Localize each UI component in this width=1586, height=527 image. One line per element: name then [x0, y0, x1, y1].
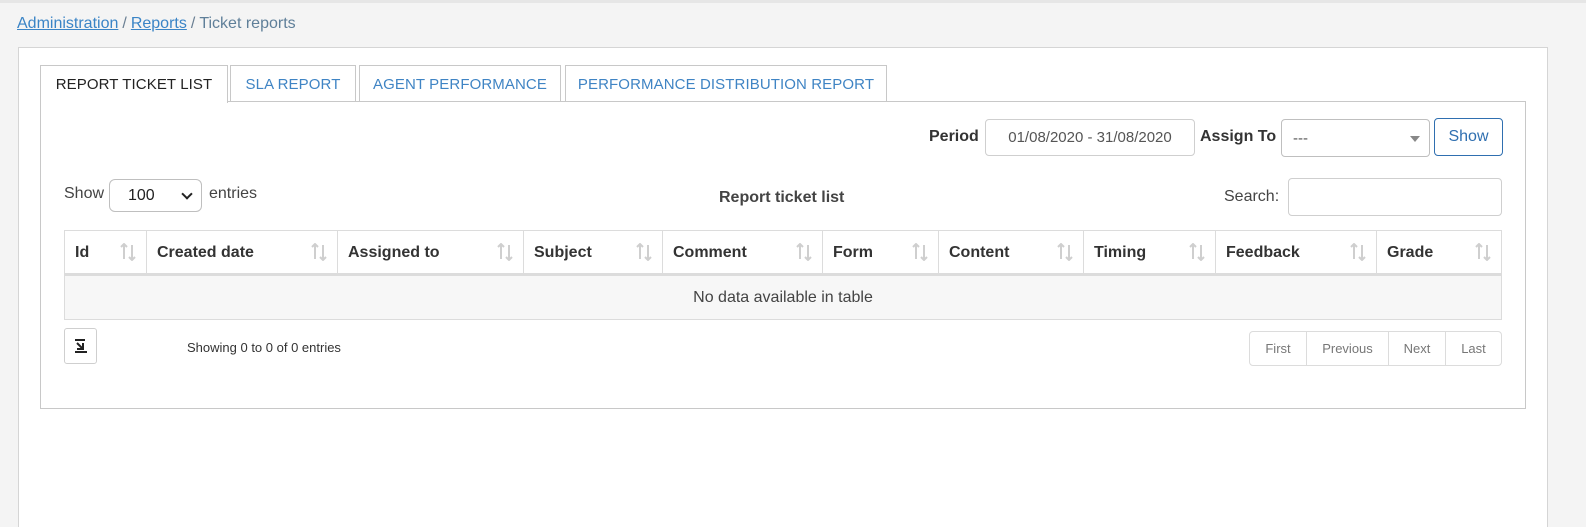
- tab-panel: Period 01/08/2020 - 31/08/2020 Assign To…: [40, 101, 1526, 409]
- pagination-first[interactable]: First: [1250, 332, 1307, 365]
- tab-agent-performance[interactable]: AGENT PERFORMANCE: [359, 65, 561, 102]
- empty-table-row: No data available in table: [64, 276, 1502, 320]
- sort-icon: [120, 243, 136, 261]
- breadcrumb-reports[interactable]: Reports: [131, 15, 187, 32]
- column-header-comment[interactable]: Comment: [663, 231, 823, 274]
- breadcrumb-current: Ticket reports: [199, 15, 296, 32]
- sort-icon: [1350, 243, 1366, 261]
- sort-icon: [1475, 243, 1491, 261]
- tab-report-ticket-list[interactable]: REPORT TICKET LIST: [40, 65, 228, 103]
- column-header-label: Id: [75, 243, 90, 261]
- breadcrumb-separator: /: [122, 15, 127, 32]
- column-header-timing[interactable]: Timing: [1084, 231, 1216, 274]
- entries-length-select[interactable]: 100: [109, 179, 202, 212]
- entries-length-value: 100: [128, 186, 155, 204]
- assign-to-value: ---: [1293, 129, 1308, 147]
- pagination: First Previous Next Last: [1249, 331, 1502, 366]
- sort-icon: [1057, 243, 1073, 261]
- column-header-label: Form: [833, 243, 873, 261]
- tab-performance-distribution-report[interactable]: PERFORMANCE DISTRIBUTION REPORT: [565, 65, 887, 102]
- column-header-label: Subject: [534, 243, 592, 261]
- breadcrumb: Administration / Reports / Ticket reports: [17, 15, 296, 33]
- table-title: Report ticket list: [719, 189, 845, 206]
- column-header-id[interactable]: Id: [65, 231, 147, 274]
- column-header-label: Feedback: [1226, 243, 1300, 261]
- sort-icon: [796, 243, 812, 261]
- top-bar: [0, 0, 1586, 3]
- sort-icon: [497, 243, 513, 261]
- sort-icon: [636, 243, 652, 261]
- breadcrumb-separator: /: [190, 15, 196, 32]
- column-header-label: Created date: [157, 243, 254, 261]
- period-label: Period: [929, 128, 979, 145]
- sort-icon: [1189, 243, 1205, 261]
- column-header-label: Comment: [673, 243, 747, 261]
- sort-icon: [912, 243, 928, 261]
- assign-to-label: Assign To: [1200, 128, 1277, 145]
- assign-to-select[interactable]: ---: [1281, 119, 1430, 157]
- column-header-form[interactable]: Form: [823, 231, 939, 274]
- export-button[interactable]: [64, 328, 97, 364]
- pagination-previous[interactable]: Previous: [1307, 332, 1389, 365]
- show-button[interactable]: Show: [1434, 118, 1503, 156]
- column-header-created-date[interactable]: Created date: [147, 231, 338, 274]
- table-info: Showing 0 to 0 of 0 entries: [187, 340, 341, 355]
- column-header-label: Grade: [1387, 243, 1434, 261]
- pagination-last[interactable]: Last: [1446, 332, 1501, 365]
- chevron-down-icon: [181, 188, 193, 200]
- column-header-label: Timing: [1094, 243, 1147, 261]
- search-input[interactable]: [1288, 178, 1502, 216]
- column-header-grade[interactable]: Grade: [1377, 231, 1501, 274]
- column-header-assigned-to[interactable]: Assigned to: [338, 231, 524, 274]
- ticket-table: Id Created date Assigned to Subject Comm…: [64, 230, 1502, 320]
- sort-icon: [311, 243, 327, 261]
- entries-label: entries: [209, 185, 258, 202]
- tab-sla-report[interactable]: SLA REPORT: [230, 65, 356, 102]
- column-header-content[interactable]: Content: [939, 231, 1084, 274]
- search-label: Search:: [1224, 188, 1280, 205]
- column-header-subject[interactable]: Subject: [524, 231, 663, 274]
- report-card: REPORT TICKET LIST SLA REPORT AGENT PERF…: [18, 47, 1548, 527]
- table-header: Id Created date Assigned to Subject Comm…: [64, 230, 1502, 276]
- column-header-label: Assigned to: [348, 243, 440, 261]
- caret-down-icon: [1410, 136, 1420, 142]
- pagination-next[interactable]: Next: [1389, 332, 1446, 365]
- show-entries-label: Show: [64, 185, 105, 202]
- export-icon: [74, 339, 87, 353]
- period-input[interactable]: 01/08/2020 - 31/08/2020: [985, 119, 1195, 156]
- column-header-label: Content: [949, 243, 1010, 261]
- breadcrumb-administration[interactable]: Administration: [17, 15, 118, 32]
- column-header-feedback[interactable]: Feedback: [1216, 231, 1377, 274]
